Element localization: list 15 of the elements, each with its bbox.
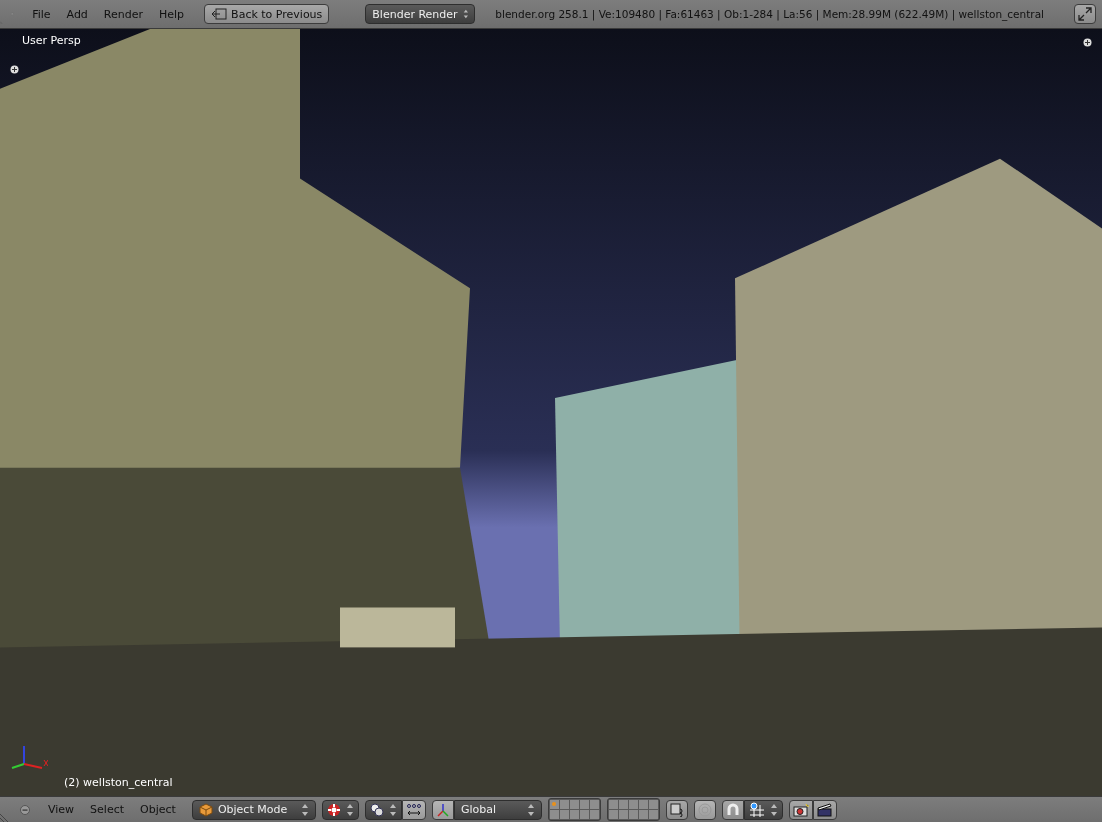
view-name-label: User Persp <box>22 34 81 47</box>
menu-item[interactable]: Render <box>95 5 151 23</box>
menu-item[interactable]: File <box>24 5 59 23</box>
render-engine-dropdown[interactable]: Blender Render <box>365 4 476 24</box>
back-to-previous-button[interactable]: Back to Previous <box>204 4 330 24</box>
menu-item[interactable]: Select <box>82 801 133 818</box>
menu-item[interactable]: Help <box>151 5 193 23</box>
orientation-dropdown[interactable]: Global <box>453 799 542 820</box>
scene-statistics: blender.org 258.1 | Ve:109480 | Fa:61463 | Ob:1-284 | La:56 | Mem:28.99M (622.49M) | wellston_central <box>495 8 1044 20</box>
3d-viewport-render[interactable]: User Persp (2) wellston_central <box>0 29 1102 796</box>
active-object-label: (2) wellston_central <box>64 776 173 789</box>
mode-dropdown[interactable]: Object Mode <box>191 799 316 820</box>
menu-item[interactable]: Add <box>58 5 96 23</box>
menu-item[interactable]: View <box>40 801 83 818</box>
menu-item[interactable]: Object <box>132 801 184 818</box>
